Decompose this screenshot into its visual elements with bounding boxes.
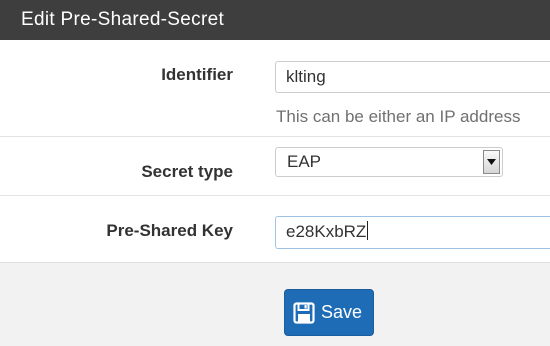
- edit-psk-panel: Edit Pre-Shared-Secret Identifier klting…: [0, 0, 550, 263]
- save-button[interactable]: Save: [284, 289, 374, 336]
- secret-type-row: Secret type EAP: [0, 136, 550, 195]
- text-cursor: [367, 221, 369, 240]
- secret-type-selected: EAP: [287, 152, 322, 171]
- dropdown-arrow-button[interactable]: [483, 150, 500, 174]
- psk-row: Pre-Shared Key e28KxbRZ: [0, 195, 550, 262]
- identifier-label: Identifier: [161, 65, 233, 84]
- psk-label: Pre-Shared Key: [106, 221, 233, 240]
- floppy-disk-icon: [293, 302, 315, 324]
- identifier-value: klting: [286, 67, 326, 86]
- identifier-input[interactable]: klting: [275, 61, 550, 93]
- chevron-down-icon: [487, 159, 496, 165]
- secret-type-select[interactable]: EAP: [275, 147, 503, 177]
- psk-input[interactable]: e28KxbRZ: [275, 216, 550, 249]
- panel-title: Edit Pre-Shared-Secret: [0, 0, 550, 40]
- psk-value: e28KxbRZ: [286, 222, 367, 241]
- identifier-help-text: This can be either an IP address: [276, 107, 521, 126]
- secret-type-label: Secret type: [141, 162, 233, 181]
- save-button-label: Save: [321, 302, 363, 322]
- identifier-row: Identifier klting This can be either an …: [0, 40, 550, 136]
